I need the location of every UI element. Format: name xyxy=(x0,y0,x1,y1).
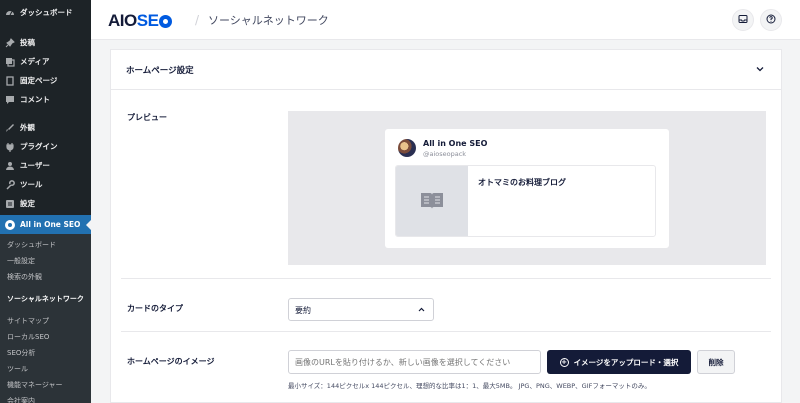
logo-seo-text: S E xyxy=(137,11,173,31)
brush-icon xyxy=(5,123,15,133)
inbox-icon xyxy=(738,14,748,26)
submenu-item-local-seo[interactable]: ローカルSEO xyxy=(0,329,91,345)
sidebar-item-posts[interactable]: 投稿 xyxy=(0,33,91,52)
top-header: AIO S E / ソーシャルネットワーク xyxy=(91,0,800,40)
sidebar-item-dashboard[interactable]: ダッシュボード xyxy=(0,0,91,24)
card-type-row: カードのタイプ xyxy=(121,279,771,332)
twitter-card-preview: All in One SEO @aioseopack オトマミのお料理ブログ xyxy=(385,129,669,248)
sidebar-item-label: 投稿 xyxy=(20,38,35,47)
delete-image-button[interactable]: 削除 xyxy=(697,350,735,374)
sidebar-item-appearance[interactable]: 外観 xyxy=(0,118,91,137)
upload-image-button[interactable]: + イメージをアップロード・選択 xyxy=(547,350,691,374)
aioseo-submenu: ダッシュボード 一般設定 検索の外観 ソーシャルネットワーク サイトマップ ロー… xyxy=(0,234,91,403)
book-icon xyxy=(419,191,445,213)
sidebar-item-users[interactable]: ユーザー xyxy=(0,156,91,175)
help-icon xyxy=(766,14,776,26)
image-url-input[interactable] xyxy=(288,350,541,374)
plugin-icon xyxy=(5,142,15,152)
homepage-settings-card: ホームページ設定 プレビュー カードのタイプ ホームページのイメージ All i… xyxy=(110,49,782,403)
settings-icon xyxy=(5,199,15,209)
image-placeholder xyxy=(396,166,468,236)
preview-label: プレビュー xyxy=(127,113,167,122)
preview-post-title: オトマミのお料理ブログ xyxy=(478,178,566,187)
account-name: All in One SEO xyxy=(423,139,488,148)
comment-icon xyxy=(5,95,15,105)
submenu-item-dashboard[interactable]: ダッシュボード xyxy=(0,237,91,253)
sidebar-item-media[interactable]: メディア xyxy=(0,52,91,71)
admin-sidebar: ダッシュボード 投稿 メディア 固定ページ コメント 外観 プラグイン ユーザー… xyxy=(0,0,91,403)
submenu-item-search-appearance[interactable]: 検索の外観 xyxy=(0,269,91,285)
avatar xyxy=(398,139,416,157)
sidebar-item-settings[interactable]: 設定 xyxy=(0,194,91,213)
image-help-text: 最小サイズ：144ピクセルx 144ピクセル、理想的な比率は1：1、最大5MB。… xyxy=(288,382,651,390)
card-type-select[interactable]: 要約 xyxy=(288,298,434,321)
gear-icon xyxy=(158,14,172,28)
submenu-item-social-networks[interactable]: ソーシャルネットワーク xyxy=(0,285,91,313)
sidebar-item-tools[interactable]: ツール xyxy=(0,175,91,194)
help-button[interactable] xyxy=(760,9,782,31)
sidebar-item-aioseo[interactable]: All in One SEO xyxy=(0,215,91,234)
wrench-icon xyxy=(5,179,15,190)
account-handle: @aioseopack xyxy=(423,150,467,158)
media-icon xyxy=(5,57,15,67)
sidebar-item-label: 設定 xyxy=(20,199,35,208)
sidebar-item-label: 固定ページ xyxy=(20,76,58,85)
chevron-down-icon[interactable] xyxy=(755,64,765,76)
user-icon xyxy=(5,161,15,171)
sidebar-item-label: 外観 xyxy=(20,123,35,132)
upload-button-label: イメージをアップロード・選択 xyxy=(573,357,679,367)
card-type-label: カードのタイプ xyxy=(127,304,183,313)
dashboard-icon xyxy=(5,7,15,17)
card-type-value: 要約 xyxy=(295,306,311,315)
sidebar-item-label: ツール xyxy=(20,180,43,189)
sidebar-item-label: All in One SEO xyxy=(20,220,81,229)
aioseo-icon xyxy=(5,219,15,230)
sidebar-item-plugins[interactable]: プラグイン xyxy=(0,137,91,156)
aioseo-logo[interactable]: AIO S E xyxy=(108,11,172,31)
sidebar-item-label: ダッシュボード xyxy=(20,7,73,17)
submenu-item-about[interactable]: 会社案内 xyxy=(0,393,91,403)
notifications-button[interactable] xyxy=(732,9,754,31)
sidebar-item-pages[interactable]: 固定ページ xyxy=(0,71,91,90)
preview-summary-box: オトマミのお料理ブログ xyxy=(395,165,656,237)
logo-aio-text: AIO xyxy=(108,11,137,30)
sidebar-item-label: プラグイン xyxy=(20,142,58,151)
pages-icon xyxy=(5,75,15,86)
submenu-item-feature-manager[interactable]: 機能マネージャー xyxy=(0,377,91,393)
card-header[interactable]: ホームページ設定 xyxy=(111,50,781,90)
sidebar-item-label: コメント xyxy=(20,95,50,104)
page-title: ソーシャルネットワーク xyxy=(208,14,329,27)
social-preview: All in One SEO @aioseopack オトマミのお料理ブログ xyxy=(288,111,766,265)
submenu-item-general-settings[interactable]: 一般設定 xyxy=(0,253,91,269)
sidebar-item-comments[interactable]: コメント xyxy=(0,90,91,109)
sidebar-item-label: ユーザー xyxy=(20,161,50,170)
submenu-item-seo-analysis[interactable]: SEO分析 xyxy=(0,345,91,361)
header-separator: / xyxy=(195,13,200,27)
pin-icon xyxy=(5,37,15,48)
chevron-up-icon xyxy=(417,305,426,316)
submenu-item-sitemaps[interactable]: サイトマップ xyxy=(0,313,91,329)
plus-circle-icon: + xyxy=(559,357,569,367)
submenu-item-tools[interactable]: ツール xyxy=(0,361,91,377)
logo-s-letter: S xyxy=(136,11,148,30)
sidebar-item-label: メディア xyxy=(20,57,50,66)
homepage-image-label: ホームページのイメージ xyxy=(127,357,215,366)
card-title: ホームページ設定 xyxy=(126,66,194,76)
logo-e-letter: E xyxy=(147,11,159,30)
